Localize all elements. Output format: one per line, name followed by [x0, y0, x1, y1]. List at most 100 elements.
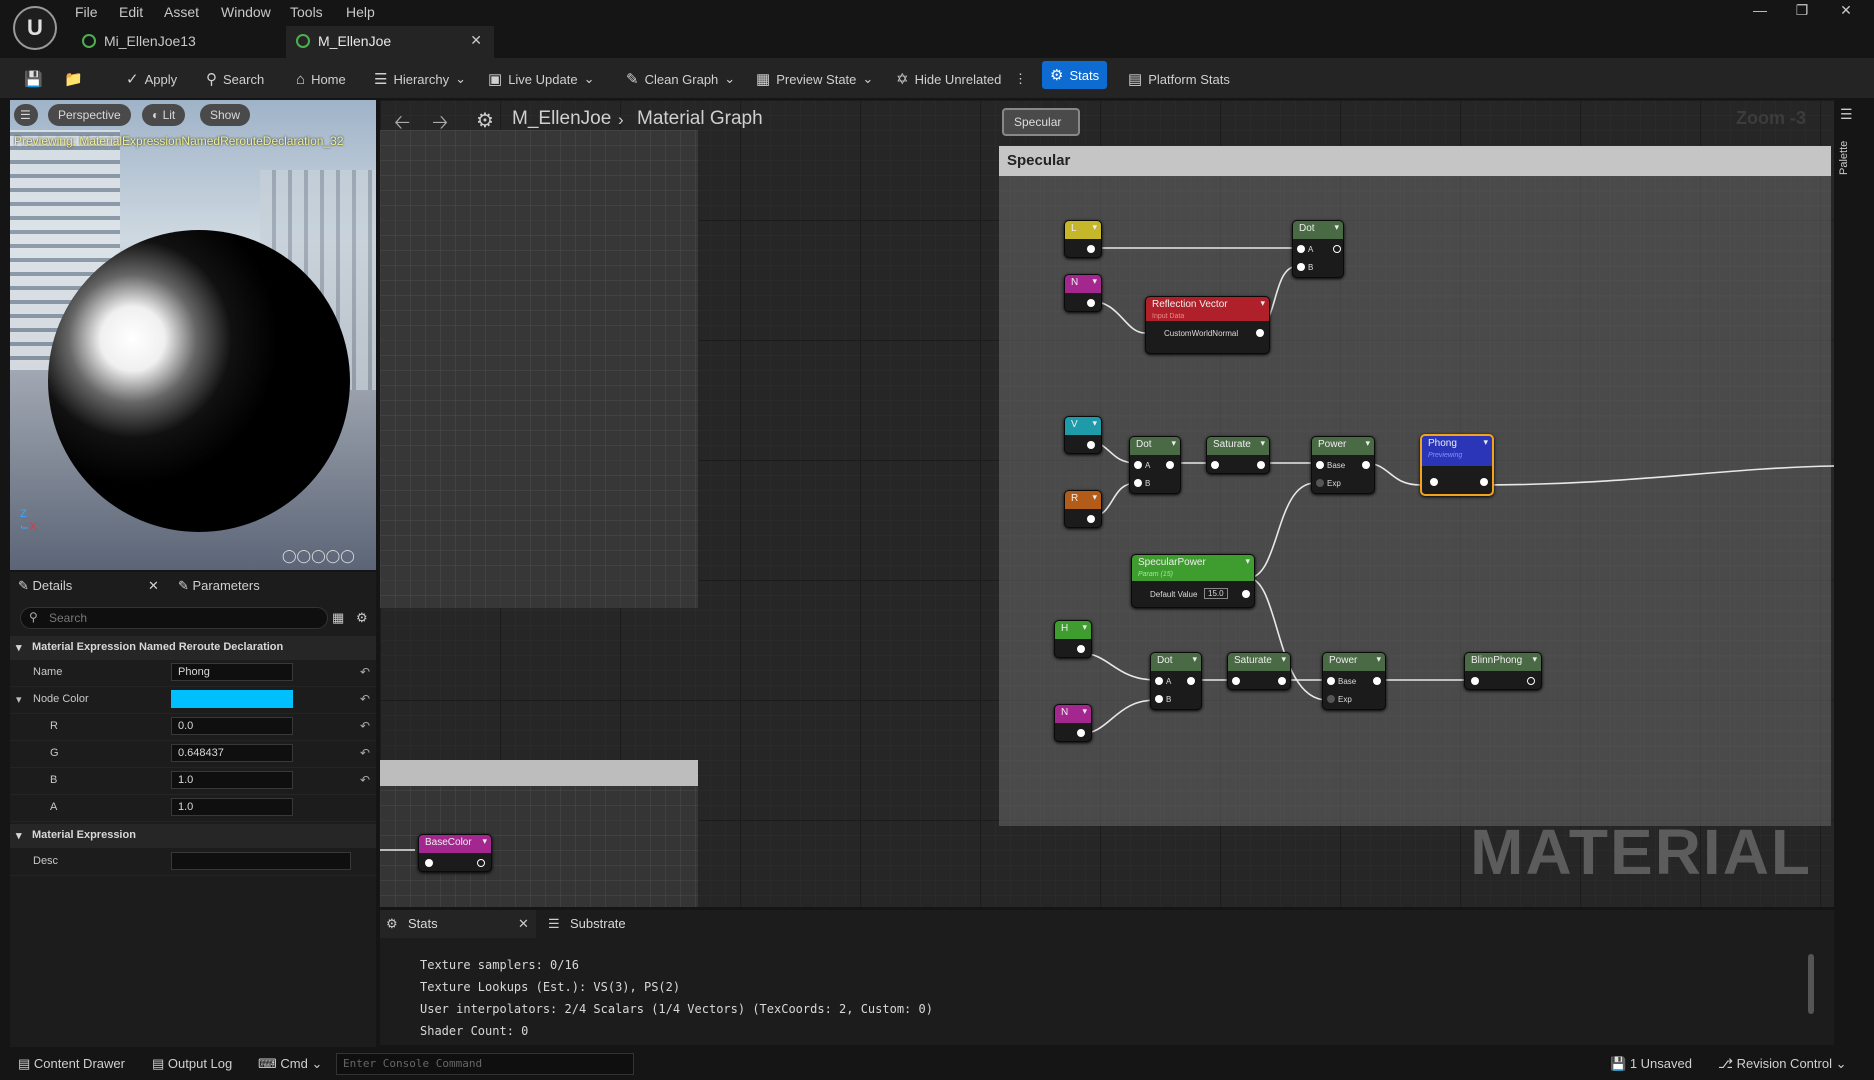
node-v[interactable]: V ▾	[1064, 416, 1102, 454]
preview-state-button[interactable]: ▦ Preview State ⌄	[756, 66, 873, 92]
platform-stats-icon: ▤	[1128, 71, 1143, 88]
r-field[interactable]: 0.0	[171, 717, 293, 735]
reset-icon[interactable]: ↶	[360, 773, 370, 787]
browse-icon[interactable]: 📁	[64, 66, 83, 92]
hide-unrelated-button[interactable]: ✡ Hide Unrelated	[896, 66, 1001, 92]
cmd-button[interactable]: ⌨ Cmd ⌄	[258, 1056, 322, 1072]
stats-line: User interpolators: 2/4 Scalars (1/4 Vec…	[420, 998, 933, 1020]
viewport-menu-icon[interactable]: ☰	[14, 104, 38, 126]
node-phong[interactable]: Phong Previewing ▾	[1420, 434, 1494, 496]
console-input[interactable]: Enter Console Command	[336, 1053, 634, 1075]
node-n[interactable]: N ▾	[1054, 704, 1092, 742]
menu-edit[interactable]: Edit	[119, 4, 143, 20]
node-blinnphong[interactable]: BlinnPhong ▾	[1464, 652, 1542, 690]
show-button[interactable]: Show	[200, 104, 251, 126]
default-value-field[interactable]: 15.0	[1204, 588, 1228, 599]
close-tab-icon[interactable]: ✕	[470, 32, 482, 49]
home-button[interactable]: ⌂ Home	[296, 66, 346, 92]
tab-mi-ellenjoe13[interactable]: Mi_EllenJoe13	[72, 26, 282, 58]
status-bar: ▤ Content Drawer ▤ Output Log ⌨ Cmd ⌄ En…	[0, 1048, 1874, 1080]
close-stats-icon[interactable]: ✕	[518, 916, 529, 932]
details-search-input[interactable]: ⚲ Search	[20, 607, 328, 629]
node-h[interactable]: H ▾	[1054, 620, 1092, 658]
desc-field[interactable]	[171, 852, 351, 870]
clean-graph-button[interactable]: ✎ Clean Graph ⌄	[626, 66, 735, 92]
tab-substrate[interactable]: ☰ Substrate	[548, 910, 668, 938]
preview-viewport[interactable]: ☰ Perspective ◐ Lit Show Previewing: Mat…	[10, 100, 376, 570]
node-basecolor[interactable]: BaseColor ▾	[418, 834, 492, 872]
lit-button[interactable]: ◐ Lit	[142, 104, 186, 126]
stats-button[interactable]: ⚙ Stats	[1042, 61, 1108, 89]
b-field[interactable]: 1.0	[171, 771, 293, 789]
reset-icon[interactable]: ↶	[360, 692, 370, 706]
live-update-button[interactable]: ▣ Live Update ⌄	[488, 66, 594, 92]
node-n[interactable]: N ▾	[1064, 274, 1102, 312]
preview-shape-icons[interactable]: ◯◯◯◯◯	[282, 548, 355, 564]
search-button[interactable]: ⚲ Search	[206, 66, 264, 92]
revision-control-button[interactable]: ⎇ Revision Control ⌄	[1718, 1056, 1846, 1072]
stats-icon: ⚙	[386, 916, 398, 931]
tab-stats[interactable]: ⚙ Stats ✕	[380, 910, 536, 938]
unsaved-icon: 💾	[1610, 1056, 1630, 1071]
tab-m-ellenjoe[interactable]: M_EllenJoe ✕	[286, 26, 494, 58]
collapse-icon[interactable]: ▾	[16, 693, 22, 706]
node-reflection-vector[interactable]: Reflection Vector Input Data ▾ CustomWorld…	[1145, 296, 1270, 354]
output-log-button[interactable]: ▤ Output Log	[152, 1056, 232, 1072]
unreal-logo-icon[interactable]: U	[13, 6, 57, 50]
chevron-down-icon: ⌄	[862, 71, 874, 86]
chevron-down-icon: ⌄	[724, 71, 736, 86]
tab-label: Mi_EllenJoe13	[104, 33, 196, 49]
menu-window[interactable]: Window	[221, 4, 271, 20]
node-color-swatch[interactable]	[171, 690, 293, 708]
content-drawer-button[interactable]: ▤ Content Drawer	[18, 1056, 125, 1072]
more-options-icon[interactable]: ⋮	[1014, 66, 1027, 92]
section-material-expression[interactable]: ▾ Material Expression	[10, 824, 376, 848]
reset-icon[interactable]: ↶	[360, 665, 370, 679]
node-l[interactable]: L ▾	[1064, 220, 1102, 258]
graph-wires	[380, 247, 1834, 851]
save-icon[interactable]: 💾	[24, 66, 43, 92]
node-dot[interactable]: Dot ▾ A B	[1129, 436, 1181, 494]
reset-icon[interactable]: ↶	[360, 719, 370, 733]
hierarchy-icon: ☰	[374, 71, 388, 88]
close-details-icon[interactable]: ✕	[148, 578, 159, 594]
tab-details[interactable]: ✎ Details	[18, 578, 72, 594]
property-row-desc: Desc	[10, 849, 376, 876]
node-saturate[interactable]: Saturate ▾	[1206, 436, 1270, 474]
perspective-button[interactable]: Perspective	[48, 104, 131, 126]
node-dot[interactable]: Dot ▾ A B	[1292, 220, 1344, 278]
node-saturate[interactable]: Saturate ▾	[1227, 652, 1291, 690]
node-power[interactable]: Power ▾ Base Exp	[1311, 436, 1375, 494]
minimize-icon[interactable]: —	[1746, 2, 1774, 22]
hierarchy-button[interactable]: ☰ Hierarchy ⌄	[374, 66, 466, 92]
node-specular-power[interactable]: SpecularPower Param (15) ▾ Default Value 1…	[1131, 554, 1255, 608]
unsaved-button[interactable]: 💾 1 Unsaved	[1610, 1056, 1692, 1072]
name-field[interactable]: Phong	[171, 663, 293, 681]
menu-help[interactable]: Help	[346, 4, 375, 20]
property-row-name: Name Phong ↶	[10, 660, 376, 687]
section-named-reroute[interactable]: ▾ Material Expression Named Reroute Decl…	[10, 636, 376, 660]
apply-button[interactable]: ✓ Apply	[126, 66, 177, 92]
menu-asset[interactable]: Asset	[164, 4, 199, 20]
node-r[interactable]: R ▾	[1064, 490, 1102, 528]
menu-tools[interactable]: Tools	[290, 4, 323, 20]
node-power[interactable]: Power ▾ Base Exp	[1322, 652, 1386, 710]
output-log-icon: ▤	[152, 1056, 168, 1071]
tab-parameters[interactable]: ✎ Parameters	[178, 578, 260, 594]
property-row-b: B 1.0 ↶	[10, 768, 376, 795]
g-field[interactable]: 0.648437	[171, 744, 293, 762]
reset-icon[interactable]: ↶	[360, 746, 370, 760]
node-dot[interactable]: Dot ▾ A B	[1150, 652, 1202, 710]
close-window-icon[interactable]: ✕	[1832, 2, 1860, 22]
material-graph-canvas[interactable]: 🡠 🡢 ⚙ M_EllenJoe › Material Graph Zoom -…	[380, 100, 1834, 907]
settings-icon[interactable]: ⚙	[356, 610, 368, 626]
palette-menu-icon[interactable]: ☰	[1840, 106, 1853, 123]
menu-file[interactable]: File	[75, 4, 98, 20]
palette-tab[interactable]: Palette	[1838, 141, 1850, 175]
stats-scrollbar[interactable]	[1808, 954, 1814, 1014]
restore-icon[interactable]: ❐	[1788, 2, 1816, 22]
stats-panel: ⚙ Stats ✕ ☰ Substrate Texture samplers: …	[380, 910, 1834, 1045]
platform-stats-button[interactable]: ▤ Platform Stats	[1128, 66, 1230, 92]
a-field[interactable]: 1.0	[171, 798, 293, 816]
table-view-icon[interactable]: ▦	[332, 610, 344, 626]
